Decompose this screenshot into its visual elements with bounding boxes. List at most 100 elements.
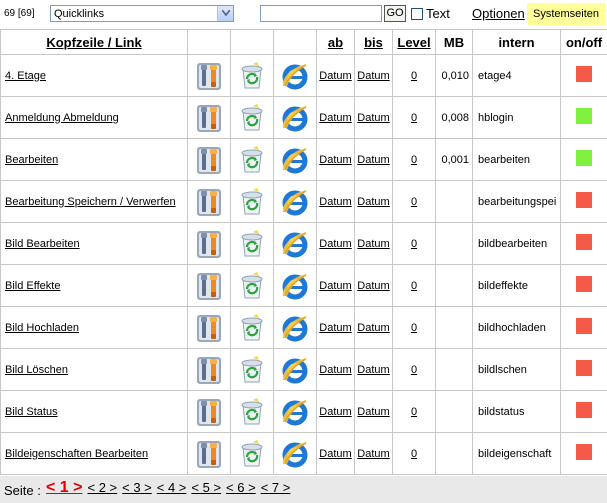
- row-ab-link[interactable]: Datum: [319, 196, 351, 208]
- chevron-down-icon[interactable]: [217, 6, 233, 21]
- status-toggle[interactable]: [576, 402, 592, 418]
- row-name-link[interactable]: Bildeigenschaften Bearbeiten: [5, 448, 148, 460]
- internet-explorer-icon[interactable]: [273, 180, 317, 223]
- tools-icon[interactable]: [187, 264, 231, 307]
- recycle-icon[interactable]: [230, 348, 274, 391]
- row-bis-link[interactable]: Datum: [357, 154, 389, 166]
- recycle-icon[interactable]: [230, 390, 274, 433]
- row-level-link[interactable]: 0: [411, 364, 417, 376]
- row-name-link[interactable]: Bild Bearbeiten: [5, 238, 80, 250]
- internet-explorer-icon[interactable]: [273, 138, 317, 181]
- recycle-icon[interactable]: [230, 264, 274, 307]
- status-toggle[interactable]: [576, 276, 592, 292]
- row-ab-link[interactable]: Datum: [319, 112, 351, 124]
- optionen-link[interactable]: Optionen: [472, 6, 525, 21]
- status-toggle[interactable]: [576, 318, 592, 334]
- row-bis-link[interactable]: Datum: [357, 280, 389, 292]
- row-ab-link[interactable]: Datum: [319, 280, 351, 292]
- go-button[interactable]: GO: [384, 5, 406, 22]
- tools-icon[interactable]: [187, 54, 231, 97]
- page-link[interactable]: < 2 >: [87, 480, 117, 495]
- recycle-icon[interactable]: [230, 432, 274, 475]
- recycle-icon[interactable]: [230, 180, 274, 223]
- row-name-link[interactable]: Bearbeitung Speichern / Verwerfen: [5, 196, 176, 208]
- internet-explorer-icon[interactable]: [273, 348, 317, 391]
- row-ab-link[interactable]: Datum: [319, 70, 351, 82]
- row-name-link[interactable]: Bild Hochladen: [5, 322, 79, 334]
- recycle-icon[interactable]: [230, 96, 274, 139]
- row-name-link[interactable]: Bearbeiten: [5, 154, 58, 166]
- status-toggle[interactable]: [576, 66, 592, 82]
- row-level-link[interactable]: 0: [411, 238, 417, 250]
- status-toggle[interactable]: [576, 444, 592, 460]
- tools-icon[interactable]: [187, 390, 231, 433]
- recycle-icon[interactable]: [230, 54, 274, 97]
- row-ab-link[interactable]: Datum: [319, 448, 351, 460]
- header-ab[interactable]: ab: [316, 29, 355, 55]
- recycle-icon[interactable]: [230, 222, 274, 265]
- row-level-link[interactable]: 0: [411, 280, 417, 292]
- tools-icon[interactable]: [187, 432, 231, 475]
- row-bis-link[interactable]: Datum: [357, 406, 389, 418]
- row-name-link[interactable]: Bild Löschen: [5, 364, 68, 376]
- row-bis-link[interactable]: Datum: [357, 448, 389, 460]
- tools-icon[interactable]: [187, 306, 231, 349]
- row-name-cell: Bild Löschen: [0, 348, 188, 391]
- status-toggle[interactable]: [576, 108, 592, 124]
- row-ab-link[interactable]: Datum: [319, 322, 351, 334]
- row-name-link[interactable]: Bild Status: [5, 406, 58, 418]
- tools-icon[interactable]: [187, 96, 231, 139]
- row-ab-link[interactable]: Datum: [319, 406, 351, 418]
- status-toggle[interactable]: [576, 150, 592, 166]
- page-link[interactable]: < 7 >: [261, 480, 291, 495]
- tools-icon[interactable]: [187, 180, 231, 223]
- recycle-icon[interactable]: [230, 138, 274, 181]
- row-bis-link[interactable]: Datum: [357, 322, 389, 334]
- row-bis-link[interactable]: Datum: [357, 70, 389, 82]
- row-bis-link[interactable]: Datum: [357, 364, 389, 376]
- page-link[interactable]: < 4 >: [157, 480, 187, 495]
- row-level-link[interactable]: 0: [411, 154, 417, 166]
- page-link[interactable]: < 6 >: [226, 480, 256, 495]
- row-name-link[interactable]: Anmeldung Abmeldung: [5, 112, 119, 124]
- status-toggle[interactable]: [576, 234, 592, 250]
- row-ab-link[interactable]: Datum: [319, 364, 351, 376]
- header-bis[interactable]: bis: [354, 29, 393, 55]
- internet-explorer-icon[interactable]: [273, 306, 317, 349]
- status-toggle[interactable]: [576, 192, 592, 208]
- row-ab-link[interactable]: Datum: [319, 238, 351, 250]
- search-input[interactable]: [260, 5, 382, 22]
- internet-explorer-icon[interactable]: [273, 264, 317, 307]
- systemseiten-button[interactable]: Systemseiten: [527, 3, 605, 25]
- row-level-link[interactable]: 0: [411, 406, 417, 418]
- page-link-current[interactable]: < 1 >: [46, 479, 82, 496]
- row-bis-link[interactable]: Datum: [357, 196, 389, 208]
- row-name-link[interactable]: 4. Etage: [5, 70, 46, 82]
- text-checkbox[interactable]: [411, 8, 423, 20]
- row-name-link[interactable]: Bild Effekte: [5, 280, 60, 292]
- page-link[interactable]: < 3 >: [122, 480, 152, 495]
- internet-explorer-icon[interactable]: [273, 54, 317, 97]
- quicklinks-select[interactable]: Quicklinks: [50, 5, 234, 22]
- header-kopfzeile-link[interactable]: Kopfzeile / Link: [0, 29, 188, 55]
- internet-explorer-icon[interactable]: [273, 222, 317, 265]
- row-level-link[interactable]: 0: [411, 448, 417, 460]
- tools-icon[interactable]: [187, 138, 231, 181]
- row-bis-link[interactable]: Datum: [357, 238, 389, 250]
- internet-explorer-icon[interactable]: [273, 432, 317, 475]
- row-ab-link[interactable]: Datum: [319, 154, 351, 166]
- row-level-link[interactable]: 0: [411, 322, 417, 334]
- internet-explorer-icon[interactable]: [273, 96, 317, 139]
- row-level-link[interactable]: 0: [411, 70, 417, 82]
- row-ab-cell: Datum: [316, 96, 355, 139]
- page-link[interactable]: < 5 >: [191, 480, 221, 495]
- tools-icon[interactable]: [187, 348, 231, 391]
- recycle-icon[interactable]: [230, 306, 274, 349]
- internet-explorer-icon[interactable]: [273, 390, 317, 433]
- status-toggle[interactable]: [576, 360, 592, 376]
- row-level-link[interactable]: 0: [411, 196, 417, 208]
- header-level[interactable]: Level: [392, 29, 436, 55]
- row-bis-link[interactable]: Datum: [357, 112, 389, 124]
- tools-icon[interactable]: [187, 222, 231, 265]
- row-level-link[interactable]: 0: [411, 112, 417, 124]
